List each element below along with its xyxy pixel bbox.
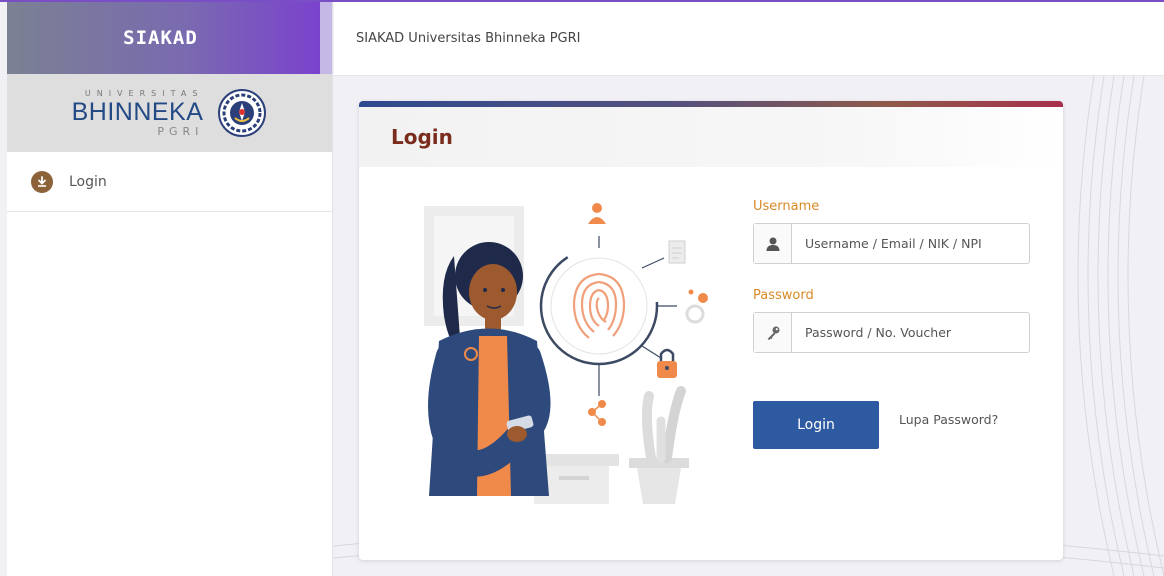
brand-bar[interactable]: SIAKAD: [7, 2, 332, 74]
logo-name-text: BHINNEKA: [71, 97, 204, 126]
download-circle-icon: [31, 170, 53, 193]
username-input-group: [753, 223, 1030, 264]
password-input-group: [753, 312, 1030, 353]
university-seal-icon: [218, 89, 267, 137]
form-actions: Login Lupa Password?: [753, 401, 1043, 449]
key-icon: [754, 313, 792, 352]
card-header: Login: [359, 107, 1063, 167]
login-card: Login Username Username / Email / NIK / …: [359, 101, 1063, 560]
brand-title: SIAKAD: [123, 27, 198, 49]
top-header: SIAKAD Universitas Bhinneka PGRI: [334, 2, 1164, 76]
username-label: Username: [753, 199, 820, 214]
sidebar: SIAKAD UNIVERSITAS BHINNEKA PGRI Login: [7, 2, 333, 576]
card-title: Login: [391, 125, 453, 149]
sidebar-item-label: Login: [69, 173, 107, 190]
logo-universitas-text: UNIVERSITAS: [84, 88, 204, 98]
sidebar-item-login[interactable]: Login: [7, 152, 332, 212]
login-button[interactable]: Login: [753, 401, 879, 449]
university-logo-wordmark: UNIVERSITAS BHINNEKA PGRI: [71, 88, 204, 138]
fingerprint-security-illustration: [424, 203, 708, 504]
password-label: Password: [753, 288, 814, 303]
username-input[interactable]: [792, 225, 1029, 262]
logo-pgri-text: PGRI: [157, 124, 204, 138]
password-input[interactable]: [792, 314, 1029, 351]
university-logo-panel: UNIVERSITAS BHINNEKA PGRI: [7, 74, 332, 152]
brand-edge-decoration: [320, 2, 332, 74]
header-title: SIAKAD Universitas Bhinneka PGRI: [356, 31, 581, 46]
forgot-password-link[interactable]: Lupa Password?: [899, 412, 998, 427]
login-form: Username Password Login: [753, 199, 1043, 449]
user-icon: [754, 224, 792, 263]
